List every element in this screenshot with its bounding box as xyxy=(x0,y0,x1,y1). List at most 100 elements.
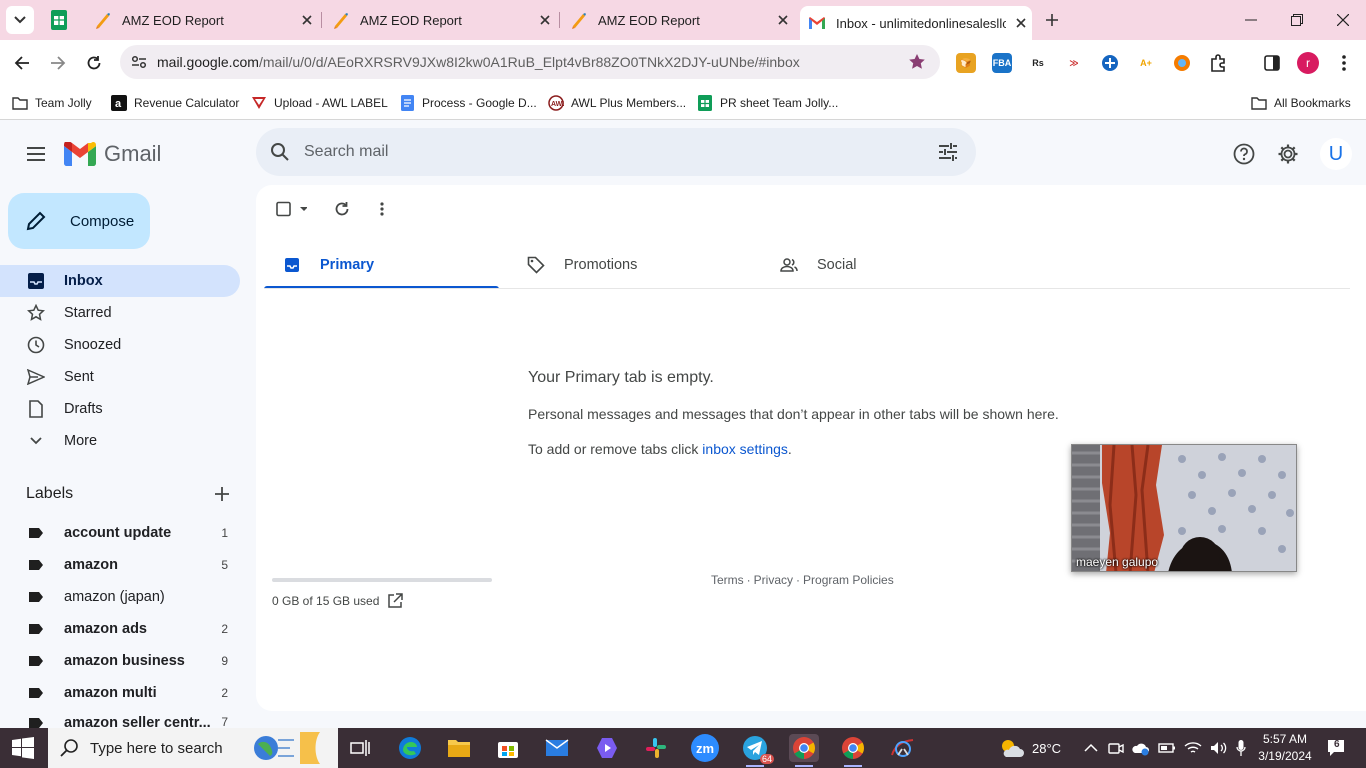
label-item[interactable]: account update 1 xyxy=(0,517,240,549)
windows-start-icon[interactable] xyxy=(12,737,34,759)
all-bookmarks-button[interactable]: All Bookmarks xyxy=(1251,91,1351,115)
search-icon[interactable] xyxy=(256,128,304,176)
account-avatar[interactable]: U xyxy=(1320,138,1352,170)
bookmark-star-icon[interactable] xyxy=(908,53,926,71)
bookmark-process-google-doc[interactable]: Process - Google D... xyxy=(399,91,537,115)
task-view-button[interactable] xyxy=(346,734,374,762)
settings-button[interactable] xyxy=(1275,141,1301,167)
label-item[interactable]: amazon (japan) xyxy=(0,581,240,613)
sidebar-item-drafts[interactable]: Drafts xyxy=(0,393,240,425)
support-button[interactable] xyxy=(1231,141,1257,167)
taskbar-telegram[interactable]: 64 xyxy=(740,734,774,767)
label-item[interactable]: amazon business 9 xyxy=(0,645,240,677)
taskbar-clock[interactable]: 5:57 AM 3/19/2024 xyxy=(1252,731,1318,765)
wifi-icon[interactable] xyxy=(1184,741,1202,755)
search-input[interactable] xyxy=(304,143,904,161)
search-bar[interactable] xyxy=(256,128,976,176)
main-menu-button[interactable] xyxy=(22,140,50,168)
bookmark-pr-sheet[interactable]: PR sheet Team Jolly... xyxy=(697,91,838,115)
search-options-icon[interactable] xyxy=(936,140,960,164)
browser-tab-active[interactable]: Inbox - unlimitedonlinesalesllc@gmail.co… xyxy=(800,6,1032,40)
sidebar-item-snoozed[interactable]: Snoozed xyxy=(0,329,240,361)
weather-widget[interactable]: 28°C xyxy=(998,728,1061,768)
sidebar-item-sent[interactable]: Sent xyxy=(0,361,240,393)
label-item[interactable]: amazon seller centr... 7 xyxy=(0,709,240,728)
extensions-puzzle-icon[interactable] xyxy=(1208,53,1228,73)
chevron-up-icon[interactable] xyxy=(1084,743,1098,753)
program-policies-link[interactable]: Program Policies xyxy=(803,573,894,587)
taskbar-store[interactable] xyxy=(494,734,522,762)
inbox-settings-link[interactable]: inbox settings xyxy=(702,441,788,457)
extension-orange-icon[interactable] xyxy=(1172,53,1192,73)
close-tab-icon[interactable] xyxy=(1012,14,1030,32)
taskbar-chrome-profile[interactable] xyxy=(838,734,868,767)
close-tab-icon[interactable] xyxy=(774,11,792,29)
taskbar-snipping-tool[interactable] xyxy=(887,734,917,762)
bookmark-revenue-calculator[interactable]: a Revenue Calculator xyxy=(111,91,239,115)
new-tab-button[interactable] xyxy=(1040,8,1064,32)
extension-globe-icon[interactable] xyxy=(1100,53,1120,73)
taskbar-slack[interactable] xyxy=(642,734,670,762)
browser-tab[interactable]: AMZ EOD Report xyxy=(94,6,316,34)
refresh-button[interactable] xyxy=(328,197,356,221)
extension-rs-icon[interactable]: Rs xyxy=(1028,53,1048,73)
taskbar-chrome-active[interactable] xyxy=(789,734,819,767)
bookmark-upload-awl-label[interactable]: Upload - AWL LABEL xyxy=(251,91,388,115)
bookmark-awl-plus[interactable]: AWL AWL Plus Members... xyxy=(548,91,686,115)
taskbar-edge[interactable] xyxy=(396,734,424,762)
label-item[interactable]: amazon ads 2 xyxy=(0,613,240,645)
partly-cloudy-icon xyxy=(1002,740,1024,757)
tab-social[interactable]: Social xyxy=(761,241,996,289)
taskbar-mail[interactable] xyxy=(543,734,571,762)
taskbar-file-explorer[interactable] xyxy=(445,734,473,762)
extension-ascout-icon[interactable]: A+ xyxy=(1136,53,1156,73)
minimize-button[interactable] xyxy=(1236,6,1266,34)
terms-link[interactable]: Terms xyxy=(711,573,744,587)
video-call-overlay[interactable]: maeyen galupo xyxy=(1071,444,1297,572)
sidebar-item-starred[interactable]: Starred xyxy=(0,297,240,329)
bookmark-team-jolly[interactable]: Team Jolly xyxy=(12,91,92,115)
extension-jungle-icon[interactable]: 🍞 xyxy=(956,53,976,73)
battery-icon[interactable] xyxy=(1158,741,1176,755)
close-window-button[interactable] xyxy=(1328,6,1358,34)
chrome-menu-icon[interactable] xyxy=(1334,53,1354,73)
back-button[interactable] xyxy=(8,49,36,77)
profile-avatar[interactable]: r xyxy=(1297,52,1319,74)
pinned-tab-sheets[interactable] xyxy=(46,8,72,32)
reload-button[interactable] xyxy=(80,49,108,77)
tab-promotions[interactable]: Promotions xyxy=(508,241,743,289)
more-actions-button[interactable] xyxy=(368,197,396,221)
meet-now-icon[interactable] xyxy=(1108,740,1124,756)
browser-tab[interactable]: AMZ EOD Report xyxy=(570,6,792,34)
speaker-icon[interactable] xyxy=(1210,741,1228,755)
storage-usage-text[interactable]: 0 GB of 15 GB used xyxy=(272,594,379,608)
taskbar-zoom[interactable]: zm xyxy=(691,734,719,762)
privacy-link[interactable]: Privacy xyxy=(754,573,793,587)
sidebar-item-inbox[interactable]: Inbox xyxy=(0,265,240,297)
open-in-new-icon[interactable] xyxy=(387,593,404,609)
forward-button[interactable] xyxy=(44,49,72,77)
browser-tab[interactable]: AMZ EOD Report xyxy=(332,6,554,34)
address-bar[interactable]: mail.google.com/mail/u/0/d/AEoRXRSRV9JXw… xyxy=(120,45,940,79)
tab-primary[interactable]: Primary xyxy=(264,241,499,289)
label-item[interactable]: amazon 5 xyxy=(0,549,240,581)
microphone-icon[interactable] xyxy=(1236,739,1246,757)
taskbar-search-box[interactable]: Type here to search xyxy=(48,728,338,768)
onedrive-icon[interactable] xyxy=(1132,740,1150,756)
close-tab-icon[interactable] xyxy=(298,11,316,29)
tab-search-button[interactable] xyxy=(6,6,34,34)
close-tab-icon[interactable] xyxy=(536,11,554,29)
notification-center[interactable]: 6 xyxy=(1326,738,1346,758)
side-panel-icon[interactable] xyxy=(1262,53,1282,73)
sidebar-item-more[interactable]: More xyxy=(0,425,240,457)
restore-button[interactable] xyxy=(1282,6,1312,34)
taskbar-clipchamp[interactable] xyxy=(593,734,621,762)
extension-arrow-icon[interactable]: ≫ xyxy=(1064,53,1084,73)
create-label-plus-icon[interactable] xyxy=(212,484,232,504)
extension-fba-icon[interactable]: FBA xyxy=(992,53,1012,73)
compose-button[interactable]: Compose xyxy=(8,193,150,249)
label-item[interactable]: amazon multi 2 xyxy=(0,677,240,709)
gmail-logo[interactable]: Gmail xyxy=(64,140,161,168)
select-all-checkbox[interactable] xyxy=(270,197,310,221)
site-info-icon[interactable] xyxy=(122,45,156,79)
